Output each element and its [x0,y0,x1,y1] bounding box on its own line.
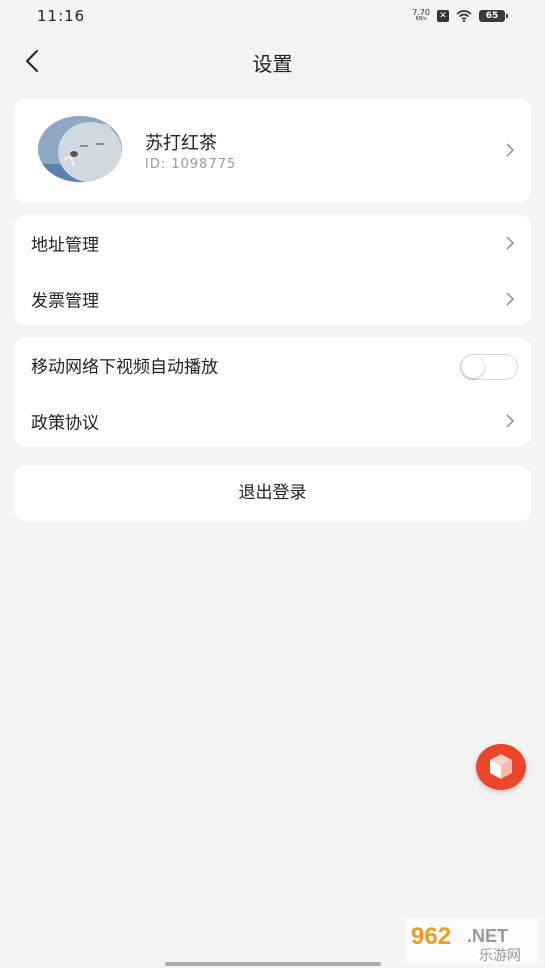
invoice-management-label: 发票管理 [31,291,99,312]
cube-icon [490,754,512,779]
chevron-right-icon [506,143,514,157]
avatar [38,116,122,182]
home-indicator[interactable] [165,962,381,966]
network-speed-value: 7.70 [412,8,430,17]
watermark-suffix: .NET [467,926,508,946]
floating-action-button[interactable] [476,744,526,790]
status-time: 11:16 [37,7,86,25]
status-bar: 11:16 7.70 KB/s ✕ 65 [0,0,545,34]
watermark-subtitle: 乐游网 [479,948,521,964]
chevron-right-icon [506,292,514,306]
chevron-right-icon [506,414,514,428]
xbox-icon: ✕ [437,10,449,22]
address-management-item[interactable]: 地址管理 [14,215,531,271]
policy-agreement-item[interactable]: 政策协议 [14,393,531,449]
nav-bar: 设置 [0,36,545,84]
profile-name: 苏打红茶 [145,133,217,154]
invoice-management-item[interactable]: 发票管理 [14,271,531,327]
autoplay-toggle[interactable] [460,354,518,380]
autoplay-label: 移动网络下视频自动播放 [31,357,218,378]
watermark-logo: 962 .NET 乐游网 [405,918,539,964]
wifi-icon [456,10,472,22]
settings-group-2: 移动网络下视频自动播放 政策协议 [14,337,531,447]
autoplay-setting-item: 移动网络下视频自动播放 [14,337,531,393]
policy-agreement-label: 政策协议 [31,413,99,434]
profile-id: ID: 1098775 [145,157,237,172]
toggle-knob [462,356,484,378]
watermark-brand: 962 [411,923,451,950]
status-icons: 7.70 KB/s ✕ 65 [412,9,508,23]
profile-card[interactable]: 苏打红茶 ID: 1098775 [14,98,531,203]
network-speed: 7.70 KB/s [412,9,430,23]
chevron-right-icon [506,236,514,250]
network-speed-unit: KB/s [415,16,427,22]
settings-group-1: 地址管理 发票管理 [14,215,531,325]
logout-button[interactable]: 退出登录 [14,465,531,521]
battery-icon: 65 [479,10,508,22]
page-title: 设置 [252,52,293,76]
address-management-label: 地址管理 [31,235,99,256]
